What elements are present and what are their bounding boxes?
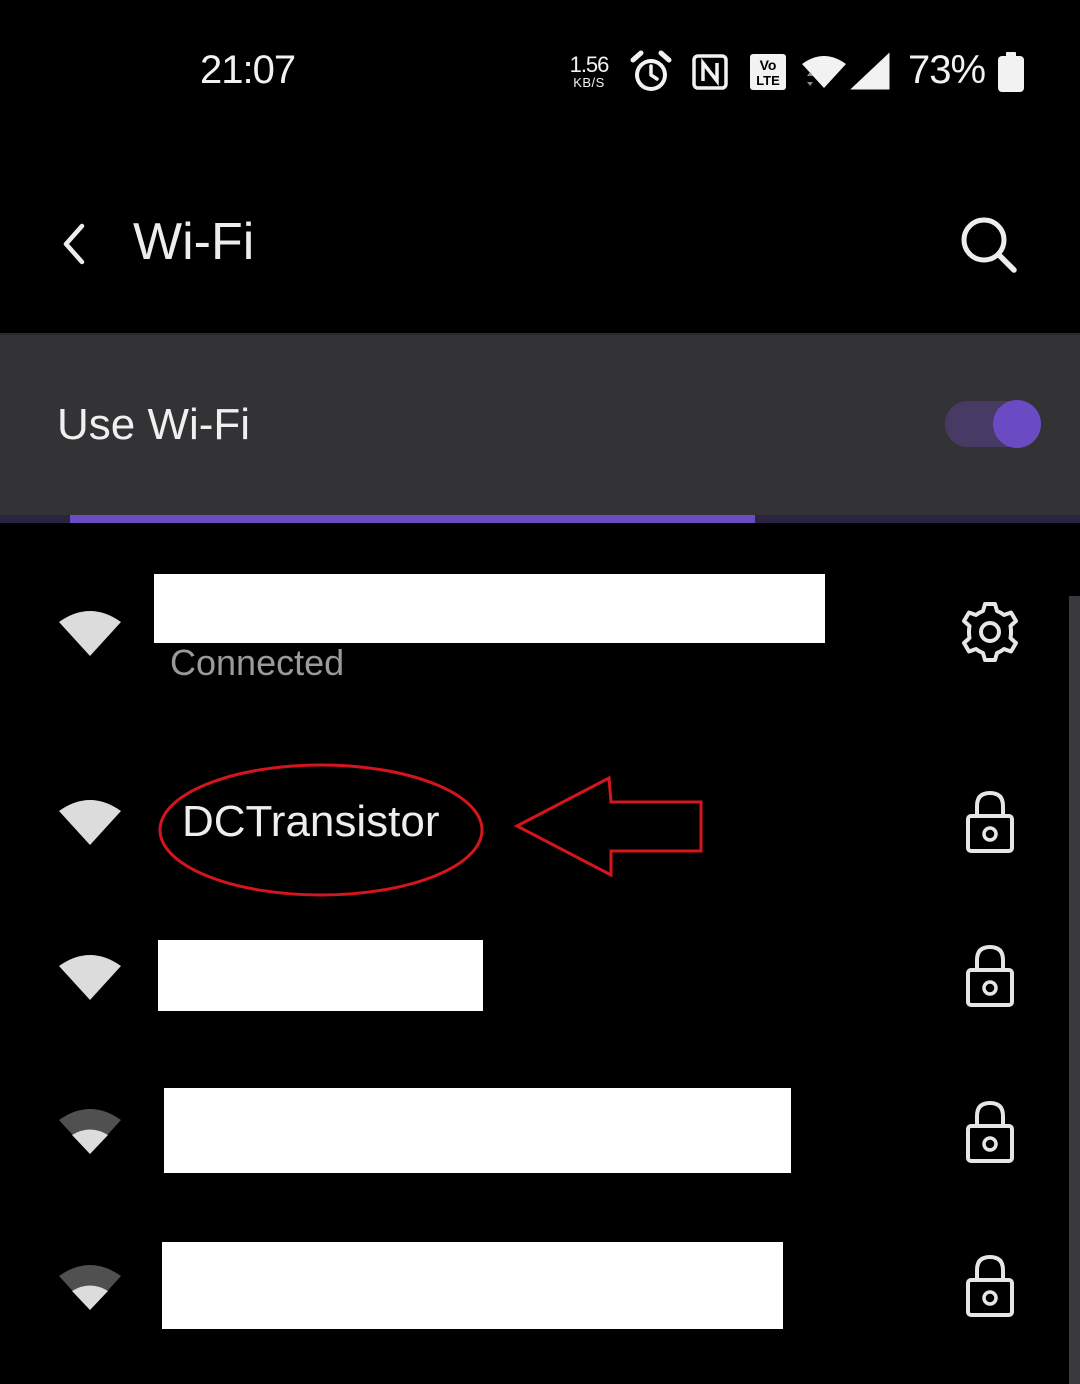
wifi-full-icon [57, 797, 123, 847]
nfc-icon [692, 54, 728, 90]
wifi-medium-icon [57, 1106, 123, 1156]
wifi-signal-icon [800, 54, 848, 90]
battery-icon [998, 52, 1024, 92]
wifi-full-icon [57, 952, 123, 1002]
gear-icon [962, 602, 1018, 662]
status-clock: 21:07 [200, 48, 296, 92]
annotation-ellipse [158, 763, 488, 899]
redacted-ssid [158, 940, 483, 1011]
redacted-ssid [164, 1088, 791, 1173]
scrollbar[interactable] [1069, 596, 1080, 1384]
search-icon [961, 217, 1017, 273]
network-speed-indicator: 1.56 KB/S [566, 52, 612, 90]
use-wifi-label: Use Wi-Fi [57, 400, 251, 449]
lock-icon [965, 1099, 1015, 1163]
annotation-arrow [513, 775, 706, 878]
use-wifi-toggle-knob[interactable] [993, 400, 1041, 448]
cell-signal-icon [850, 52, 890, 90]
chevron-left-icon [63, 223, 85, 265]
lock-icon [965, 1253, 1015, 1317]
back-button[interactable] [58, 222, 92, 266]
redacted-ssid [162, 1242, 783, 1329]
volte-bottom-label: LTE [756, 73, 780, 88]
lock-icon [965, 943, 1015, 1007]
redacted-ssid [154, 574, 825, 643]
network-settings-button[interactable] [958, 600, 1022, 664]
battery-percent: 73% [908, 48, 986, 92]
search-button[interactable] [958, 214, 1020, 276]
lock-icon [965, 789, 1015, 853]
wifi-medium-icon [57, 1262, 123, 1312]
volte-icon: Vo LTE [750, 54, 786, 90]
volte-top-label: Vo [760, 57, 777, 73]
network-speed-unit: KB/S [573, 75, 605, 90]
scan-progress-bar [70, 515, 755, 523]
alarm-icon [630, 50, 672, 94]
wifi-full-icon [57, 608, 123, 658]
page-title: Wi-Fi [133, 213, 255, 271]
network-status: Connected [170, 642, 345, 683]
network-speed-value: 1.56 [569, 52, 610, 77]
